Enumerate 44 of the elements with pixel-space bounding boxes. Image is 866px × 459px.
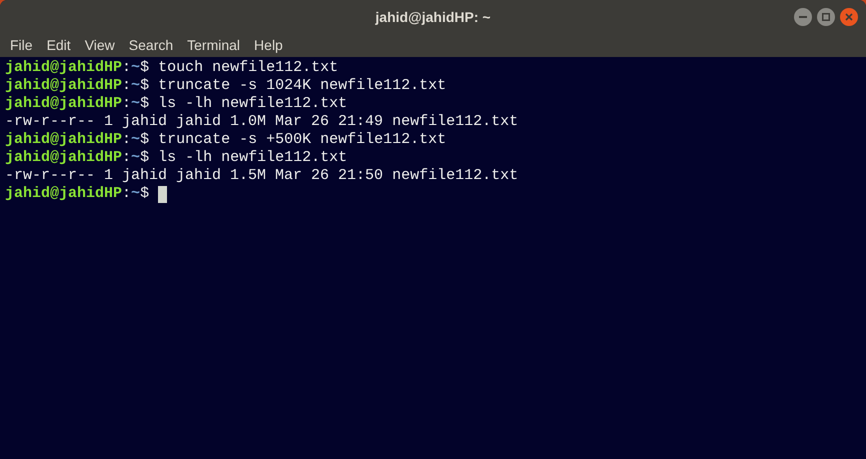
- prompt-symbol: $: [140, 149, 150, 167]
- minimize-button[interactable]: [794, 8, 812, 26]
- prompt-symbol: $: [140, 131, 150, 149]
- prompt-symbol: $: [140, 95, 150, 113]
- prompt-separator: :: [122, 59, 132, 77]
- maximize-icon: [822, 13, 830, 21]
- output-text: -rw-r--r-- 1 jahid jahid 1.0M Mar 26 21:49 newfile112.txt: [5, 113, 518, 131]
- maximize-button[interactable]: [817, 8, 835, 26]
- command-text: ls -lh newfile112.txt: [158, 149, 348, 167]
- prompt-path: ~: [131, 77, 140, 95]
- menu-item[interactable]: View: [78, 35, 121, 56]
- prompt-user: jahid@jahidHP: [5, 59, 122, 77]
- command-text: truncate -s 1024K newfile112.txt: [158, 77, 446, 95]
- command-text: touch newfile112.txt: [158, 59, 338, 77]
- prompt-user: jahid@jahidHP: [5, 149, 122, 167]
- prompt-user: jahid@jahidHP: [5, 131, 122, 149]
- prompt-path: ~: [131, 185, 140, 203]
- prompt-symbol: $: [140, 59, 150, 77]
- prompt-user: jahid@jahidHP: [5, 95, 122, 113]
- prompt-user: jahid@jahidHP: [5, 185, 122, 203]
- close-button[interactable]: [840, 8, 858, 26]
- menu-item[interactable]: Terminal: [181, 35, 246, 56]
- prompt-path: ~: [131, 95, 140, 113]
- output-text: -rw-r--r-- 1 jahid jahid 1.5M Mar 26 21:50 newfile112.txt: [5, 167, 518, 185]
- prompt-symbol: $: [140, 77, 150, 95]
- prompt-user: jahid@jahidHP: [5, 77, 122, 95]
- minimize-icon: [799, 16, 807, 18]
- menu-item[interactable]: File: [4, 35, 39, 56]
- menu-item[interactable]: Help: [248, 35, 289, 56]
- prompt-separator: :: [122, 149, 132, 167]
- menu-item[interactable]: Edit: [40, 35, 77, 56]
- window-title: jahid@jahidHP: ~: [375, 8, 491, 27]
- prompt-path: ~: [131, 131, 140, 149]
- command-text: truncate -s +500K newfile112.txt: [158, 131, 446, 149]
- menu-item[interactable]: Search: [122, 35, 180, 56]
- prompt-separator: :: [122, 185, 132, 203]
- prompt-path: ~: [131, 59, 140, 77]
- prompt-separator: :: [122, 95, 132, 113]
- close-icon: [845, 13, 853, 21]
- prompt-separator: :: [122, 77, 132, 95]
- prompt-symbol: $: [140, 185, 150, 203]
- command-text: ls -lh newfile112.txt: [158, 95, 348, 113]
- prompt-separator: :: [122, 131, 132, 149]
- prompt-path: ~: [131, 149, 140, 167]
